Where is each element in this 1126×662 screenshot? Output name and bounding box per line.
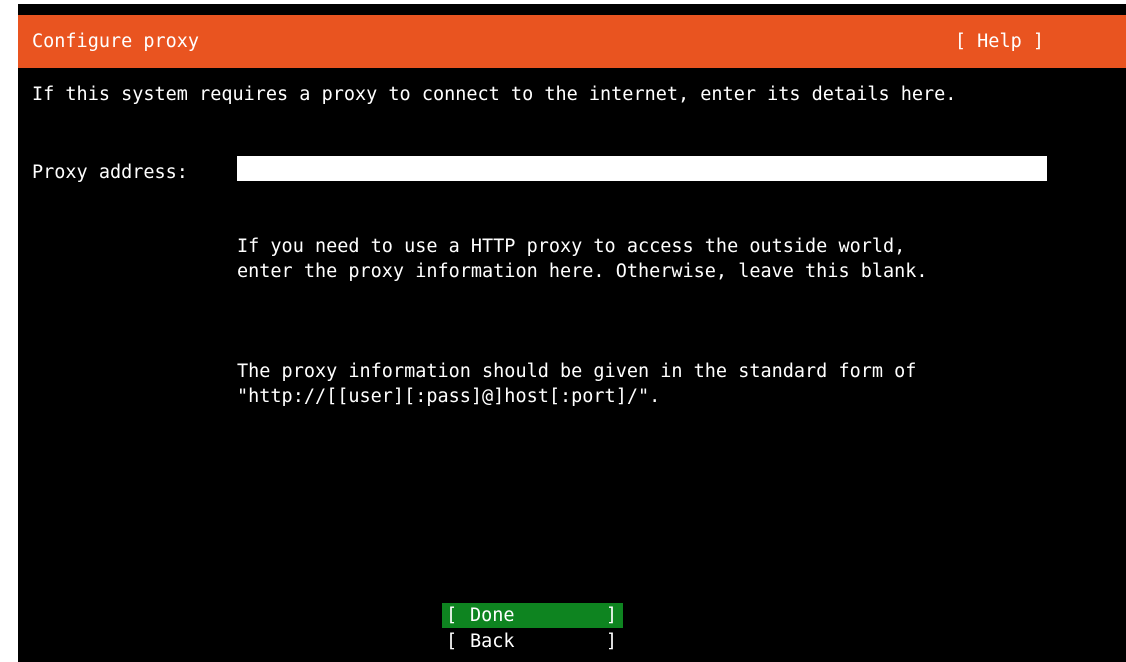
page-title: Configure proxy [32,31,200,52]
back-button[interactable]: [ Back ] [442,629,623,654]
installer-screen: Configure proxy [ Help ] If this system … [18,4,1126,662]
back-label: Back [470,631,515,652]
proxy-address-label: Proxy address: [32,162,188,183]
back-bracket-right: ] [605,631,617,652]
title-bar: Configure proxy [ Help ] [18,15,1126,68]
proxy-help-paragraph-2: The proxy information should be given in… [237,361,917,407]
done-bracket-left: [ [446,605,458,626]
proxy-help-paragraph-1: If you need to use a HTTP proxy to acces… [237,236,928,282]
done-bracket-right: ] [605,605,617,626]
done-label: Done [470,605,515,626]
back-bracket-left: [ [446,631,458,652]
proxy-address-input[interactable] [237,156,1047,181]
proxy-help-text: If you need to use a HTTP proxy to acces… [237,184,1057,484]
help-button[interactable]: [ Help ] [955,30,1044,54]
intro-text: If this system requires a proxy to conne… [32,84,957,105]
done-button[interactable]: [ Done ] [442,603,623,628]
